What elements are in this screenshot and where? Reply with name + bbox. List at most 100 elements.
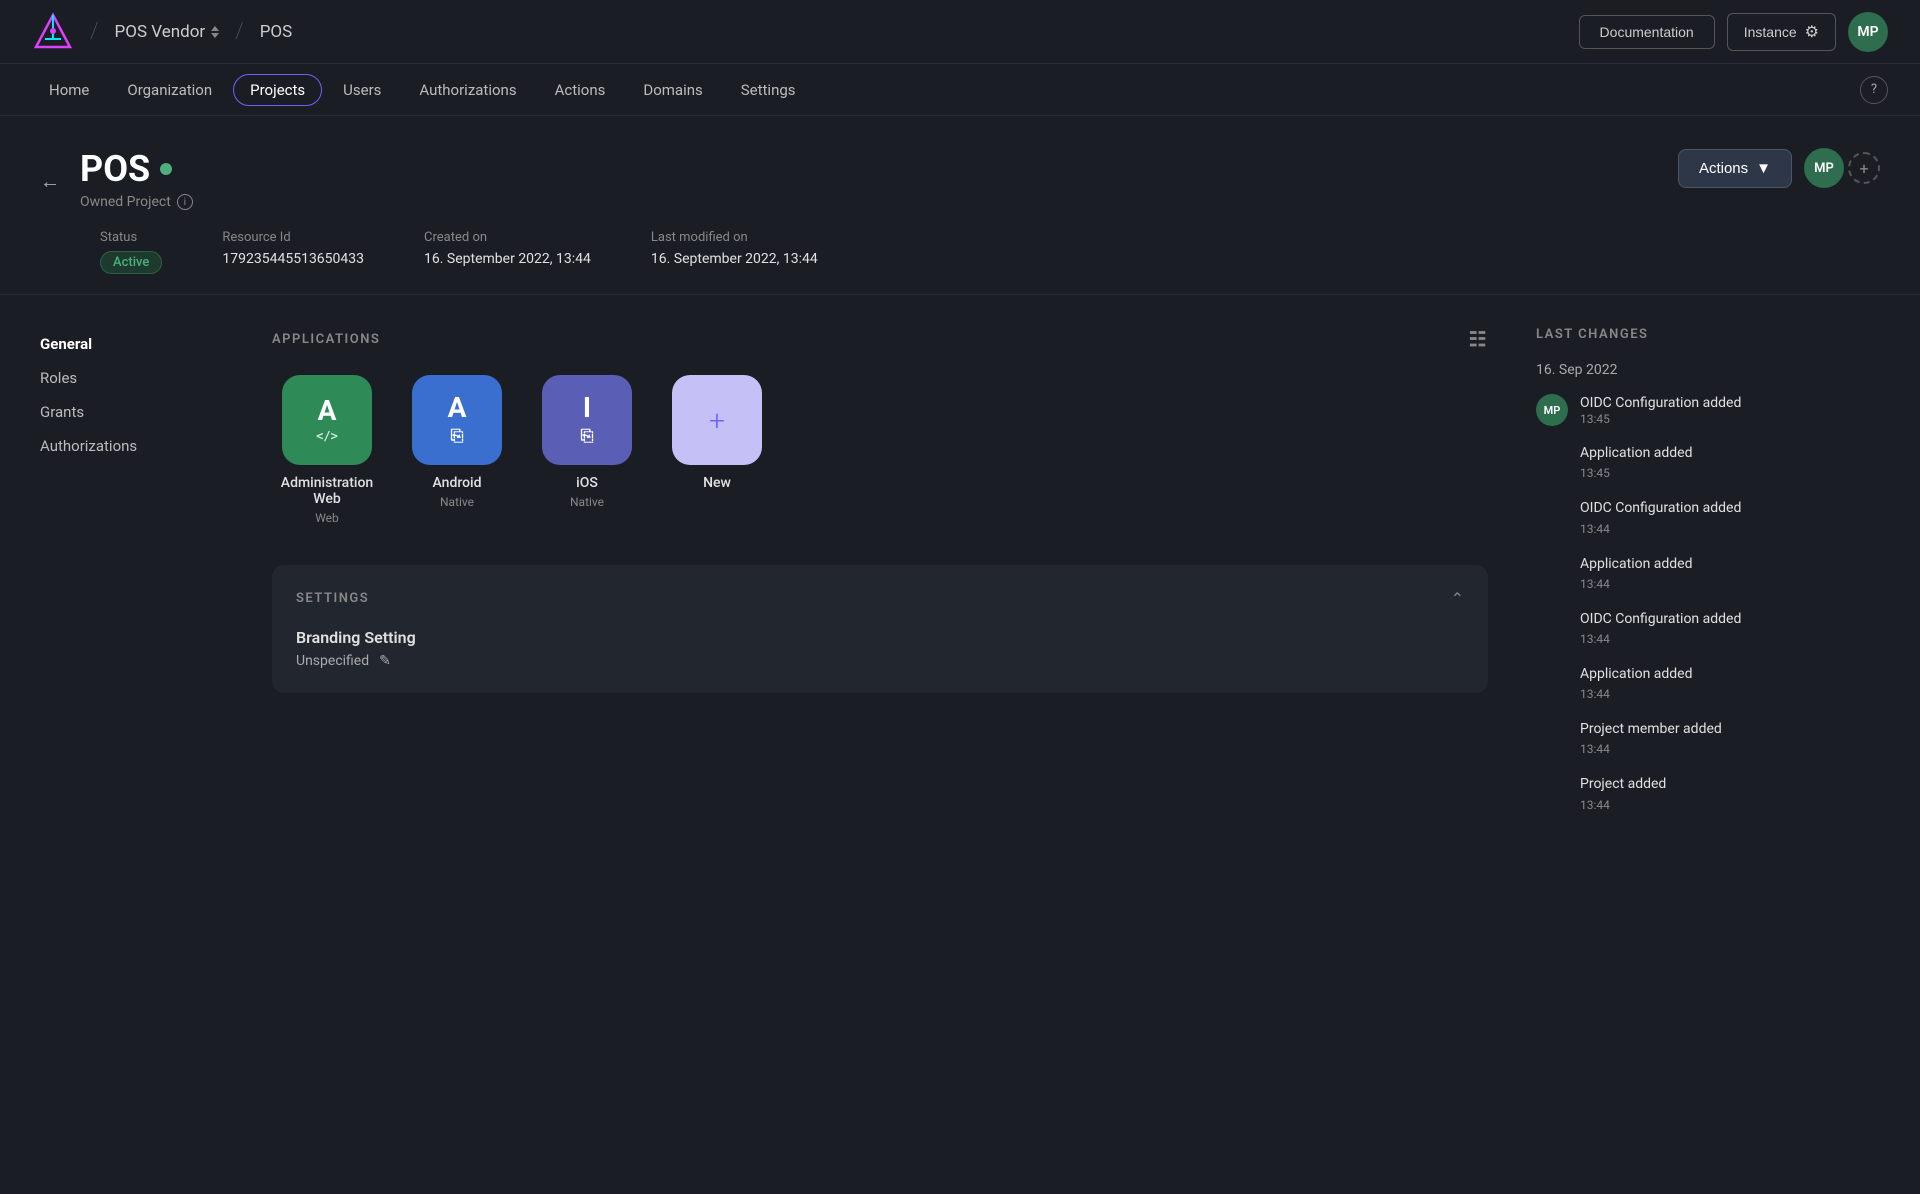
vendor-name: POS Vendor <box>115 22 220 42</box>
sidebar-item-roles[interactable]: Roles <box>40 361 240 395</box>
branding-value: Unspecified <box>296 653 369 669</box>
change-text-3: OIDC Configuration added <box>1580 500 1741 516</box>
meta-created: Created on 16. September 2022, 13:44 <box>424 230 591 270</box>
grid-view-icon[interactable]: ☷ <box>1469 327 1488 351</box>
sidebar-item-authorizations[interactable]: Authorizations <box>40 429 240 463</box>
app-type-ios: Native <box>570 495 604 509</box>
meta-resource-id: Resource Id 179235445513650433 <box>222 230 364 270</box>
change-text-7: Project member added <box>1580 721 1722 737</box>
logo-icon[interactable] <box>32 11 74 53</box>
change-time-1: 13:45 <box>1580 412 1741 426</box>
breadcrumb-sep-1: / <box>90 19 99 44</box>
add-member-button[interactable]: + <box>1848 152 1880 184</box>
status-dot-icon <box>160 163 172 175</box>
settings-collapse-icon[interactable]: ⌃ <box>1451 589 1464 608</box>
meta-status: Status Active <box>100 230 162 270</box>
change-text-5: OIDC Configuration added <box>1580 611 1741 627</box>
app-icon-android: A ⎘ <box>412 375 502 465</box>
settings-branding-item: Branding Setting Unspecified ✎ <box>296 628 1464 669</box>
project-title-block: POS Owned Project i <box>80 148 193 210</box>
change-time-8: 13:44 <box>1580 798 1610 812</box>
nav-organization[interactable]: Organization <box>110 74 229 106</box>
main-content: General Roles Grants Authorizations APPL… <box>0 295 1920 861</box>
change-time-5: 13:44 <box>1580 632 1610 646</box>
instance-label: Instance <box>1744 24 1797 40</box>
project-title-area: ← POS Owned Project i <box>40 148 193 210</box>
change-time-7: 13:44 <box>1580 742 1610 756</box>
change-time-4: 13:44 <box>1580 577 1610 591</box>
nav-projects[interactable]: Projects <box>233 74 322 106</box>
change-text-6: Application added <box>1580 666 1693 682</box>
help-button[interactable]: ? <box>1860 76 1888 104</box>
change-entry-8: Project added 13:44 <box>1536 773 1880 812</box>
add-member-area: MP + <box>1804 148 1880 188</box>
app-icon-ios: I ⎘ <box>542 375 632 465</box>
settings-section-title: SETTINGS <box>296 591 369 606</box>
vendor-arrows-icon[interactable] <box>211 26 219 38</box>
gear-icon: ⚙ <box>1805 22 1819 42</box>
center-panel: APPLICATIONS ☷ A </> AdministrationWeb W… <box>240 327 1520 829</box>
arrow-up-icon <box>211 26 219 31</box>
project-title: POS <box>80 148 193 190</box>
sidebar-item-grants[interactable]: Grants <box>40 395 240 429</box>
nav-users[interactable]: Users <box>326 74 398 106</box>
breadcrumb-vendor[interactable]: POS Vendor <box>115 22 220 42</box>
documentation-button[interactable]: Documentation <box>1579 15 1715 49</box>
actions-button[interactable]: Actions ▼ <box>1678 149 1792 188</box>
app-name-ios: iOS <box>576 475 598 491</box>
change-avatar-1: MP <box>1536 394 1568 426</box>
back-button[interactable]: ← <box>40 169 60 194</box>
change-text-2: Application added <box>1580 445 1693 461</box>
app-name-android: Android <box>432 475 481 491</box>
change-entry-7: Project member added 13:44 <box>1536 718 1880 757</box>
app-icon-new: + <box>672 375 762 465</box>
topbar: / POS Vendor / POS Documentation Instanc… <box>0 0 1920 64</box>
app-type-admin-web: Web <box>315 511 339 525</box>
info-icon[interactable]: i <box>177 194 193 210</box>
branding-value-area: Unspecified ✎ <box>296 653 1464 669</box>
apps-grid: A </> AdministrationWeb Web A ⎘ Android … <box>272 375 1488 525</box>
sidebar-item-general[interactable]: General <box>40 327 240 361</box>
instance-button[interactable]: Instance ⚙ <box>1727 13 1836 51</box>
nav-domains[interactable]: Domains <box>626 74 719 106</box>
app-name-admin-web: AdministrationWeb <box>281 475 373 507</box>
change-text-1: OIDC Configuration added <box>1580 394 1741 412</box>
app-icon-admin-web: A </> <box>282 375 372 465</box>
project-header: ← POS Owned Project i Actions ▼ MP + <box>0 116 1920 295</box>
app-card-ios[interactable]: I ⎘ iOS Native <box>532 375 642 525</box>
app-card-admin-web[interactable]: A </> AdministrationWeb Web <box>272 375 382 525</box>
nav-authorizations[interactable]: Authorizations <box>402 74 533 106</box>
arrow-down-icon <box>211 33 219 38</box>
applications-section-title: APPLICATIONS ☷ <box>272 327 1488 351</box>
project-meta: Status Active Resource Id 17923544551365… <box>40 230 1880 270</box>
nav-actions[interactable]: Actions <box>538 74 623 106</box>
settings-section: SETTINGS ⌃ Branding Setting Unspecified … <box>272 565 1488 693</box>
meta-modified: Last modified on 16. September 2022, 13:… <box>651 230 818 270</box>
nav-settings[interactable]: Settings <box>724 74 813 106</box>
change-text-block-1: OIDC Configuration added 13:45 <box>1580 394 1741 426</box>
app-card-android[interactable]: A ⎘ Android Native <box>402 375 512 525</box>
change-text-8: Project added <box>1580 776 1666 792</box>
project-breadcrumb-label: POS <box>260 22 293 42</box>
member-avatar[interactable]: MP <box>1804 148 1844 188</box>
settings-header: SETTINGS ⌃ <box>296 589 1464 608</box>
app-type-android: Native <box>440 495 474 509</box>
nav-home[interactable]: Home <box>32 74 106 106</box>
project-header-top: ← POS Owned Project i Actions ▼ MP + <box>40 148 1880 210</box>
chevron-down-icon: ▼ <box>1756 160 1771 177</box>
change-entry-1: MP OIDC Configuration added 13:45 <box>1536 394 1880 426</box>
change-time-2: 13:45 <box>1580 466 1610 480</box>
change-time-6: 13:44 <box>1580 687 1610 701</box>
change-text-4: Application added <box>1580 556 1693 572</box>
topbar-right: Documentation Instance ⚙ MP <box>1579 12 1888 52</box>
app-card-new[interactable]: + New <box>662 375 772 525</box>
edit-icon[interactable]: ✎ <box>379 653 391 669</box>
project-header-actions: Actions ▼ MP + <box>1678 148 1880 188</box>
breadcrumb-sep-2: / <box>235 19 244 44</box>
right-panel: LAST CHANGES 16. Sep 2022 MP OIDC Config… <box>1520 327 1880 829</box>
changes-date: 16. Sep 2022 <box>1536 362 1880 378</box>
user-avatar[interactable]: MP <box>1848 12 1888 52</box>
change-time-3: 13:44 <box>1580 522 1610 536</box>
status-badge: Active <box>100 251 162 274</box>
navbar: Home Organization Projects Users Authori… <box>0 64 1920 116</box>
